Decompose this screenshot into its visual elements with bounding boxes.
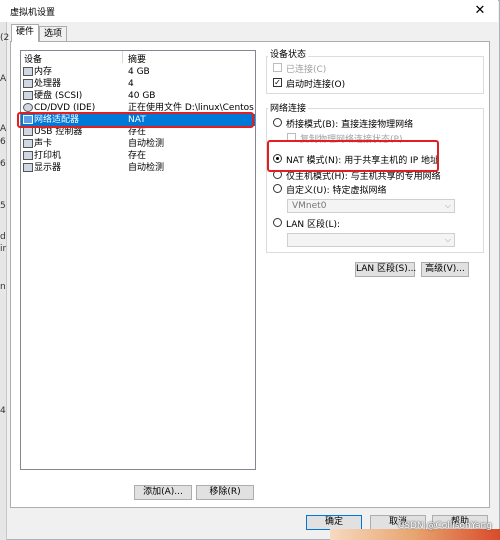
tab-options[interactable]: 选项: [39, 26, 67, 41]
lan-segment-label: LAN 区段(L):: [286, 220, 341, 230]
lan-segment-radio[interactable]: [273, 218, 282, 227]
device-name: 硬盘 (SCSI): [34, 91, 83, 101]
background-text: n: [0, 282, 6, 292]
add-button[interactable]: 添加(A)...: [134, 485, 192, 500]
device-row-printer[interactable]: 打印机 存在: [21, 150, 255, 162]
device-name: 处理器: [34, 79, 62, 89]
background-text: 5: [0, 201, 6, 211]
custom-network-value: VMnet0: [292, 201, 327, 211]
custom-network-select[interactable]: VMnet0 ⌵: [287, 199, 455, 213]
device-summary: 存在: [128, 151, 147, 161]
device-summary: 4: [128, 79, 134, 89]
cd-dvd-icon: [23, 103, 33, 112]
device-summary: 40 GB: [128, 91, 156, 101]
chevron-down-icon: ⌵: [444, 201, 451, 210]
device-row-hard-disk[interactable]: 硬盘 (SCSI) 40 GB: [21, 90, 255, 102]
device-row-processor[interactable]: 处理器 4: [21, 78, 255, 90]
custom-label: 自定义(U): 特定虚拟网络: [286, 186, 387, 196]
usb-icon: [23, 127, 33, 136]
device-row-sound-card[interactable]: 声卡 自动检测: [21, 138, 255, 150]
background-text: 6: [0, 159, 6, 169]
network-connection-title: 网络连接: [268, 101, 309, 114]
background-text: A: [0, 74, 7, 84]
background-text: 4: [0, 406, 6, 416]
annotation-highlight-nat-mode: [267, 140, 439, 172]
title-bar: [0, 0, 498, 22]
cpu-icon: [23, 79, 33, 88]
printer-icon: [23, 151, 33, 160]
window-title: 虚拟机设置: [10, 8, 56, 18]
device-summary: 4 GB: [128, 67, 150, 77]
remove-button[interactable]: 移除(R): [196, 485, 254, 500]
device-summary: 自动检测: [128, 139, 165, 149]
bridged-radio[interactable]: [273, 118, 282, 127]
background-text: ir: [0, 244, 7, 254]
connected-checkbox[interactable]: [273, 63, 282, 72]
display-icon: [23, 163, 33, 172]
ok-button[interactable]: 确定: [306, 515, 362, 530]
sound-card-icon: [23, 139, 33, 148]
connected-label: 已连接(C): [286, 65, 327, 75]
column-divider: [122, 51, 123, 63]
column-header-device[interactable]: 设备: [24, 52, 42, 65]
connect-at-power-on-label: 启动时连接(O): [286, 80, 346, 90]
annotation-highlight-network-adapter: [17, 112, 254, 128]
device-summary: 自动检测: [128, 163, 165, 173]
close-icon[interactable]: ✕: [468, 2, 492, 20]
watermark: CSDN @CollisonYang: [398, 521, 492, 531]
device-status-title: 设备状态: [268, 47, 309, 60]
background-window-edge: [0, 22, 7, 540]
lan-segment-select[interactable]: ⌵: [287, 233, 455, 247]
bridged-label: 桥接模式(B): 直接连接物理网络: [286, 120, 414, 130]
background-text: A: [0, 124, 7, 134]
background-text: d: [0, 232, 6, 242]
chevron-down-icon: ⌵: [444, 235, 451, 244]
advanced-button[interactable]: 高级(V)...: [421, 262, 469, 277]
connect-at-power-on-checkbox[interactable]: ✓: [273, 78, 282, 87]
device-name: 打印机: [34, 151, 62, 161]
custom-radio[interactable]: [273, 184, 282, 193]
device-row-display[interactable]: 显示器 自动检测: [21, 162, 255, 174]
hard-disk-icon: [23, 91, 33, 100]
lan-segments-button[interactable]: LAN 区段(S)...: [355, 262, 416, 277]
column-header-summary[interactable]: 摘要: [128, 52, 146, 65]
device-name: 内存: [34, 67, 53, 77]
background-text: 6: [0, 137, 6, 147]
device-row-memory[interactable]: 内存 4 GB: [21, 66, 255, 78]
device-name: 显示器: [34, 163, 62, 173]
tab-hardware[interactable]: 硬件: [11, 24, 39, 42]
memory-icon: [23, 67, 33, 76]
background-text: (2: [0, 33, 10, 43]
device-name: 声卡: [34, 139, 53, 149]
